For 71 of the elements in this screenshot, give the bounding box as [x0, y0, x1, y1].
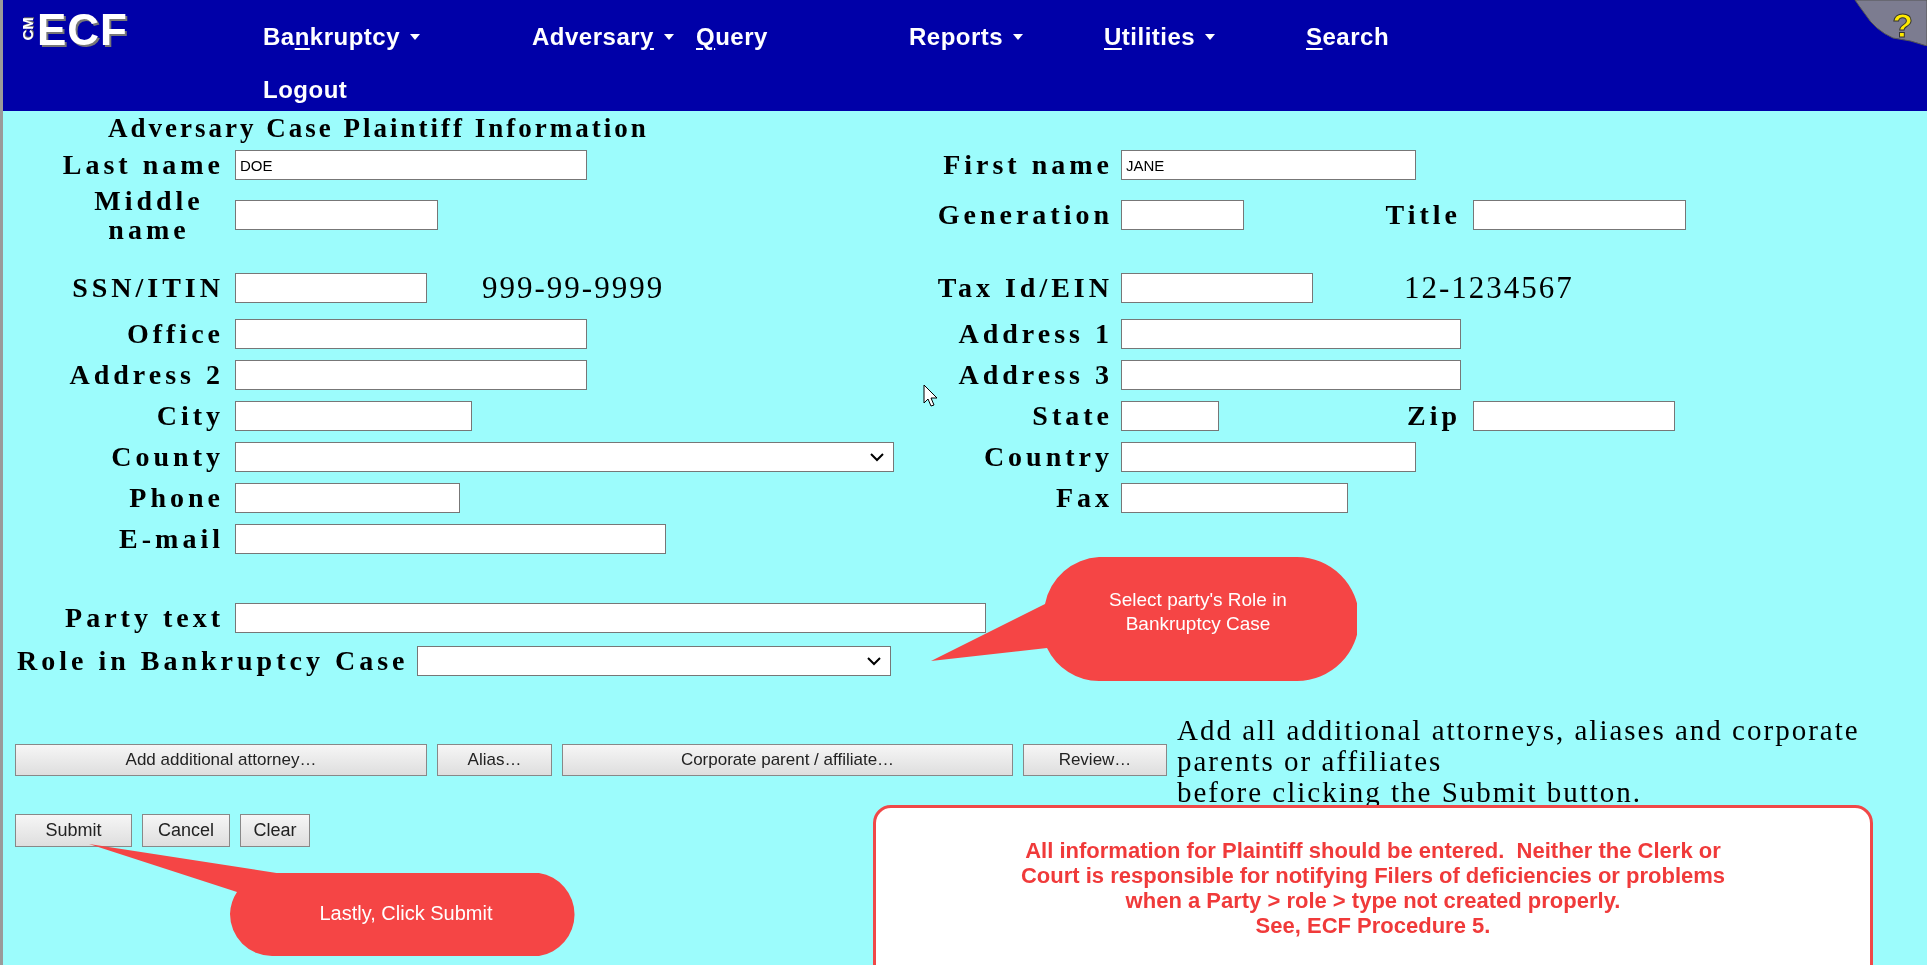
dialog-button[interactable]: Add additional attorney… [15, 744, 427, 776]
field-label: Office [126, 316, 224, 351]
text-field[interactable] [235, 523, 666, 554]
field-label: Generation [937, 198, 1113, 232]
text-field[interactable] [235, 318, 587, 349]
field-label: Address 2 [69, 357, 224, 392]
field-label: Party text [65, 600, 224, 635]
field-label: Address 3 [958, 357, 1113, 392]
menu-item[interactable]: Bankruptcy [263, 18, 421, 55]
field-label: Fax [1055, 480, 1113, 515]
text-field[interactable] [1121, 359, 1461, 390]
dialog-button[interactable]: Corporate parent / affiliate… [562, 744, 1013, 776]
text-field[interactable] [1121, 441, 1416, 472]
menu-item[interactable]: Adversary [532, 18, 674, 55]
field-label: First name [943, 148, 1113, 182]
form-title: Adversary Case Plaintiff Information [107, 111, 650, 145]
text-field[interactable] [235, 359, 587, 390]
text-field[interactable] [1121, 400, 1219, 431]
menu-item[interactable]: Utilities [1104, 18, 1216, 55]
field-label: Country [983, 439, 1113, 474]
callout-text: Lastly, Click Submit [318, 901, 494, 925]
text-field[interactable] [235, 200, 438, 230]
form-button[interactable]: Cancel [142, 814, 230, 847]
dialog-button[interactable]: Review… [1023, 744, 1167, 776]
format-hint: 12-1234567 [1404, 268, 1574, 307]
format-hint: 999-99-9999 [482, 268, 665, 307]
field-label: Phone [129, 480, 224, 515]
text-field[interactable]: JANE [1121, 150, 1416, 180]
dialog-button[interactable]: Alias… [437, 744, 552, 776]
text-field[interactable] [235, 602, 986, 633]
text-field[interactable] [1121, 482, 1348, 513]
field-label: E-mail [119, 521, 224, 556]
form-button[interactable]: Submit [15, 814, 132, 847]
text-field[interactable]: DOE [235, 150, 587, 180]
text-field[interactable] [1121, 200, 1244, 230]
field-label: Title [1385, 198, 1461, 232]
menu-item[interactable]: Search [1306, 18, 1390, 55]
text-field[interactable] [1121, 318, 1461, 349]
menu-item[interactable]: Reports [909, 18, 1024, 55]
instruction-text: Add all additional attorneys, aliases and corporate parents or affiliates before clicking the Submit button. [1177, 715, 1860, 808]
select-field[interactable] [417, 645, 892, 676]
caret-down-icon [1205, 33, 1216, 40]
field-label: Zip [1406, 398, 1461, 433]
select-field[interactable] [235, 441, 894, 472]
text-field[interactable] [235, 273, 427, 303]
caret-down-icon [663, 33, 674, 40]
field-label: State [1032, 398, 1113, 433]
field-label: SSN/ITIN [72, 271, 224, 305]
text-field[interactable] [1473, 200, 1686, 230]
menu-item[interactable]: Query [696, 18, 768, 55]
text-field[interactable] [235, 400, 472, 431]
notice-text: All information for Plaintiff should be entered. Neither the Clerk or Court is responsible for notifying Filers of deficiencies or problems when a Party > role > type not created properly. See, ECF Procedure 5. [873, 805, 1873, 965]
caret-down-icon [410, 33, 421, 40]
field-label: County [111, 439, 224, 474]
field-label: City [156, 398, 224, 433]
field-label: Middle name [93, 186, 205, 244]
form-button[interactable]: Clear [240, 814, 310, 847]
field-label: Role in Bankruptcy Case [17, 643, 409, 678]
cursor-icon [923, 384, 939, 408]
callout-text: Select party's Role in Bankruptcy Case [1108, 588, 1288, 636]
text-field[interactable] [235, 482, 460, 513]
chevron-down-icon [866, 655, 883, 666]
text-field[interactable] [1473, 400, 1675, 431]
caret-down-icon [1013, 33, 1024, 40]
logo: CM ECF [17, 8, 128, 52]
field-label: Address 1 [958, 316, 1113, 351]
text-field[interactable] [1121, 273, 1313, 303]
field-label: Tax Id/EIN [937, 271, 1113, 305]
field-label: Last name [62, 148, 224, 182]
menu-item[interactable]: Logout [263, 71, 348, 108]
chevron-down-icon [869, 451, 885, 462]
